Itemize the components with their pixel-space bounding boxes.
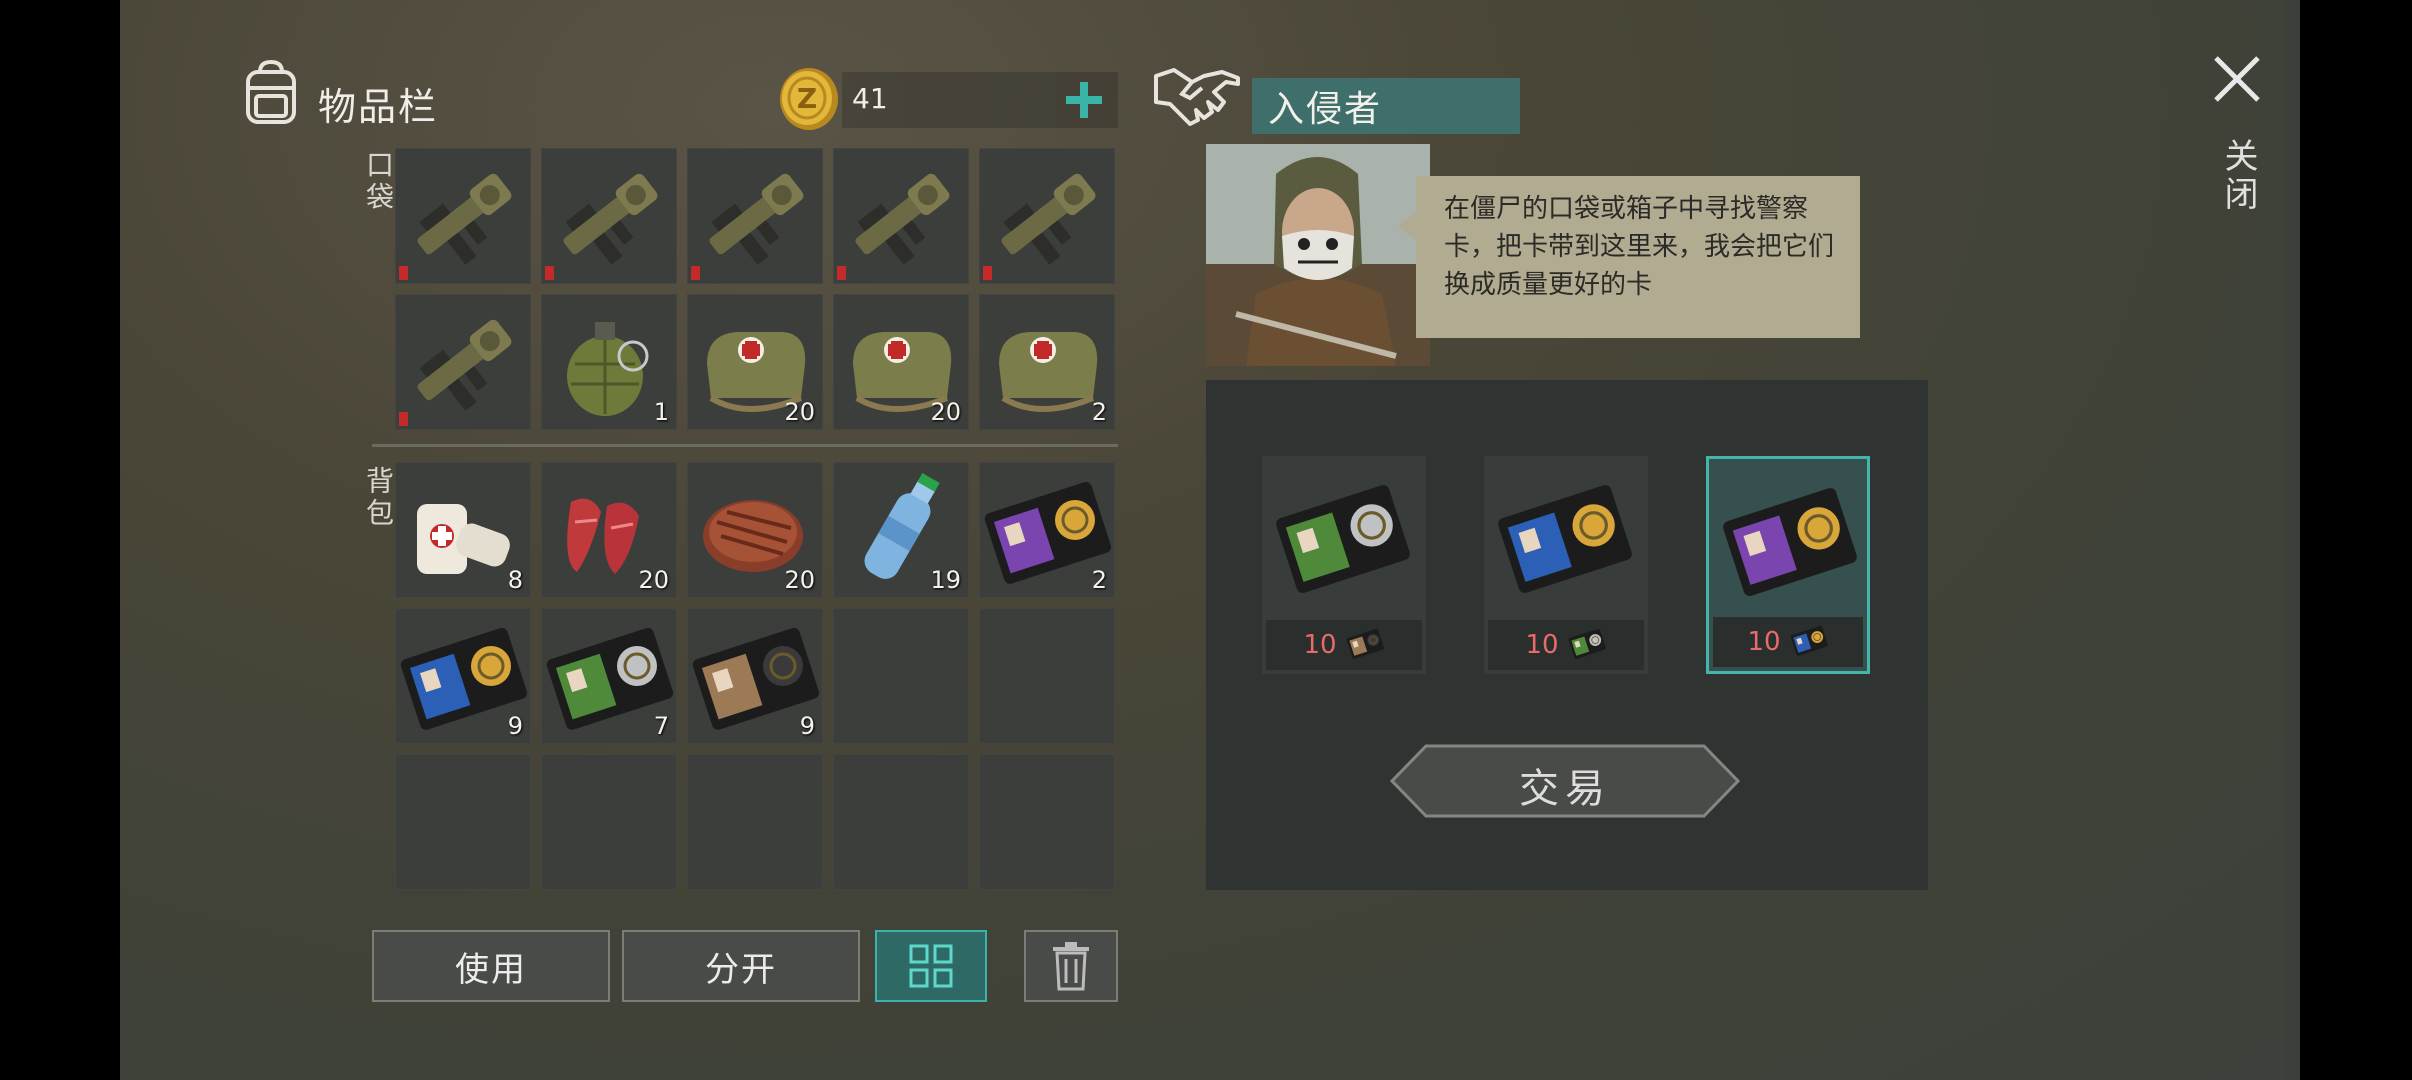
pocket-slot[interactable] [979,148,1115,284]
durability-indicator [545,266,554,280]
speech-tail [1398,210,1418,242]
offer-cost: 10 [1488,620,1644,670]
item-quantity: 20 [784,566,815,594]
backpack-slot[interactable] [833,608,969,744]
backpack-slot[interactable] [687,754,823,890]
durability-indicator [983,266,992,280]
offer-cost: 10 [1713,617,1863,667]
item-quantity: 20 [784,398,815,426]
item-quantity: 9 [799,712,815,740]
pocket-slot[interactable] [833,148,969,284]
backpack-slot[interactable]: 7 [541,608,677,744]
pocket-slot[interactable]: 1 [541,294,677,430]
pocket-slot[interactable]: 2 [979,294,1115,430]
grenade-launcher-icon [709,173,804,265]
backpack-slot[interactable] [395,754,531,890]
police-card-blue-icon [1498,485,1632,593]
use-button[interactable]: 使用 [372,930,610,1002]
grid-icon [909,944,953,988]
inventory-title: 物品栏 [318,85,439,129]
pocket-slot[interactable] [687,148,823,284]
police-card-blue-icon [1789,620,1829,664]
pocket-slot[interactable] [395,148,531,284]
item-quantity: 19 [930,566,961,594]
trade-offer[interactable]: 10 [1262,456,1426,674]
pocket-slot[interactable]: 20 [833,294,969,430]
pocket-slot[interactable]: 20 [687,294,823,430]
backpack-slot[interactable]: 20 [687,462,823,598]
offer-cost-amount: 10 [1303,630,1337,660]
pocket-slot[interactable] [541,148,677,284]
sort-button[interactable] [875,930,987,1002]
backpack-slot[interactable]: 2 [979,462,1115,598]
split-button[interactable]: 分开 [622,930,860,1002]
backpack-slot[interactable] [833,754,969,890]
trash-icon [1053,942,1089,991]
item-quantity: 20 [638,566,669,594]
backpack-slot[interactable] [979,608,1115,744]
svg-text:Z: Z [797,82,817,115]
pocket-slot[interactable] [395,294,531,430]
add-coins-button[interactable] [1060,76,1108,124]
grenade-launcher-icon [563,173,658,265]
offer-cost: 10 [1266,620,1422,670]
police-card-brown-icon [1345,623,1385,667]
offer-cost-amount: 10 [1747,627,1781,657]
close-label[interactable]: 关闭 [2214,138,2263,214]
trade-offer[interactable]: 10 [1706,456,1870,674]
section-divider [372,444,1118,447]
durability-indicator [399,266,408,280]
offer-cost-amount: 10 [1525,630,1559,660]
item-quantity: 2 [1091,566,1107,594]
backpack-slot[interactable] [541,754,677,890]
backpack-icon [246,59,296,124]
grenade-launcher-icon [1001,173,1096,265]
durability-indicator [837,266,846,280]
grenade-launcher-icon [855,173,950,265]
backpack-slot[interactable] [979,754,1115,890]
item-quantity: 7 [653,712,669,740]
backpack-label: 背包 [362,466,395,530]
handshake-icon [1154,68,1240,126]
coin-icon: Z [780,68,838,130]
backpack-slot[interactable]: 20 [541,462,677,598]
durability-indicator [399,412,408,426]
police-card-purple-icon [1723,488,1857,596]
delete-button[interactable] [1024,930,1118,1002]
trade-offer[interactable]: 10 [1484,456,1648,674]
backpack-slot[interactable]: 19 [833,462,969,598]
item-quantity: 8 [507,566,523,594]
police-card-green-icon [1567,623,1607,667]
grenade-launcher-icon [417,319,512,411]
item-quantity: 1 [653,398,669,426]
pocket-label: 口袋 [362,150,395,214]
item-quantity: 2 [1091,398,1107,426]
close-icon[interactable] [2210,52,2264,106]
durability-indicator [691,266,700,280]
trader-portrait [1206,144,1430,366]
trade-button-label: 交易 [1519,766,1611,812]
backpack-slot[interactable]: 9 [395,608,531,744]
coin-count: 41 [852,82,888,115]
backpack-slot[interactable]: 9 [687,608,823,744]
backpack-slot[interactable]: 8 [395,462,531,598]
item-quantity: 9 [507,712,523,740]
police-card-green-icon [1276,485,1410,593]
grenade-launcher-icon [417,173,512,265]
item-quantity: 20 [930,398,961,426]
trader-name: 入侵者 [1252,78,1520,134]
right-side-strip [2284,0,2300,1080]
trader-speech: 在僵尸的口袋或箱子中寻找警察卡，把卡带到这里来，我会把它们换成质量更好的卡 [1416,176,1860,338]
